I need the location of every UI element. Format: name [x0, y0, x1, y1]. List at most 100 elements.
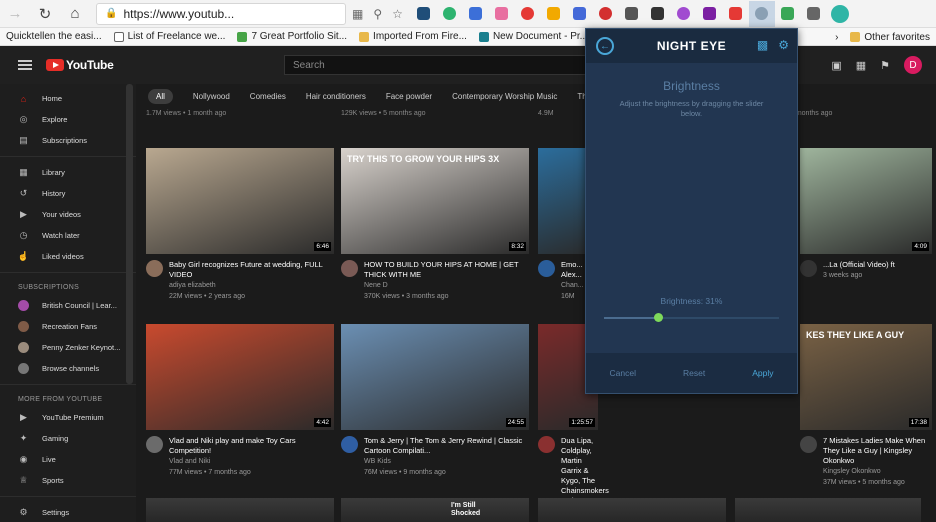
- extension-icon[interactable]: [463, 1, 489, 27]
- extension-icon[interactable]: [801, 1, 827, 27]
- sidebar-subscription[interactable]: British Council | Lear...: [0, 295, 136, 316]
- sidebar-item-explore[interactable]: ◎ Explore: [0, 109, 136, 130]
- channel-avatar[interactable]: [146, 436, 163, 453]
- channel-avatar[interactable]: [800, 436, 817, 453]
- sidebar-item-gaming[interactable]: ✦ Gaming: [0, 428, 136, 449]
- video-card[interactable]: KES THEY LIKE A GUY 17:38 7 Mistakes Ladie…: [800, 324, 932, 488]
- channel-avatar[interactable]: [341, 260, 358, 277]
- favorite-item[interactable]: List of Freelance we...: [108, 31, 232, 42]
- extension-icon[interactable]: [541, 1, 567, 27]
- create-video-icon[interactable]: ▣: [831, 59, 841, 72]
- search-input[interactable]: Search: [284, 55, 594, 75]
- sidebar-item-settings[interactable]: ⚙ Settings: [0, 502, 136, 522]
- video-title[interactable]: Vlad and Niki play and make Toy Cars Com…: [169, 436, 334, 456]
- filter-chip[interactable]: Comedies: [250, 89, 286, 104]
- extension-icon[interactable]: [748, 0, 775, 27]
- video-title[interactable]: Baby Girl recognizes Future at wedding, …: [169, 260, 334, 280]
- video-thumbnail[interactable]: [538, 498, 726, 522]
- apps-icon[interactable]: ▦: [856, 59, 866, 72]
- sidebar-item-subscriptions[interactable]: ▤ Subscriptions: [0, 130, 136, 151]
- sidebar-item-library[interactable]: ▦ Library: [0, 162, 136, 183]
- avatar[interactable]: D: [904, 56, 922, 74]
- extension-icon[interactable]: [593, 1, 619, 27]
- channel-avatar[interactable]: [538, 436, 555, 453]
- video-title[interactable]: HOW TO BUILD YOUR HIPS AT HOME | GET THI…: [364, 260, 529, 280]
- video-card[interactable]: 4:42 Vlad and Niki play and make Toy Cars…: [146, 324, 334, 478]
- back-arrow-icon[interactable]: →: [0, 0, 30, 28]
- address-bar[interactable]: 🔒 https://www.youtub...: [96, 2, 346, 25]
- gear-icon[interactable]: ⚙: [778, 38, 789, 52]
- home-icon[interactable]: ⌂: [60, 0, 90, 28]
- extension-icon[interactable]: [411, 1, 437, 27]
- extension-icon[interactable]: [437, 1, 463, 27]
- profile-avatar[interactable]: [827, 1, 853, 27]
- video-card[interactable]: 24:55 Tom & Jerry | The Tom & Jerry Rewin…: [341, 324, 529, 478]
- video-thumbnail[interactable]: 4:42: [146, 324, 334, 430]
- sidebar-scrollbar[interactable]: [126, 84, 133, 384]
- favorite-item[interactable]: Imported From Fire...: [353, 31, 473, 42]
- channel-avatar[interactable]: [146, 260, 163, 277]
- zoom-icon[interactable]: ⚲: [373, 7, 382, 21]
- extension-icon[interactable]: [489, 1, 515, 27]
- video-thumbnail[interactable]: TRY THIS TO GROW YOUR HIPS 3X 8:32: [341, 148, 529, 254]
- video-thumbnail[interactable]: [146, 498, 334, 522]
- video-thumbnail[interactable]: 24:55: [341, 324, 529, 430]
- sidebar-item-youtube-premium[interactable]: ▶ YouTube Premium: [0, 407, 136, 428]
- filter-chip[interactable]: Nollywood: [193, 89, 230, 104]
- sidebar-subscription[interactable]: Recreation Fans: [0, 316, 136, 337]
- video-card[interactable]: TRY THIS TO GROW YOUR HIPS 3X 8:32 HOW TO …: [341, 148, 529, 302]
- extension-icon[interactable]: [515, 1, 541, 27]
- channel-name[interactable]: Vlad and Niki: [169, 457, 334, 467]
- extension-icon[interactable]: [723, 1, 749, 27]
- channel-avatar[interactable]: [341, 436, 358, 453]
- youtube-logo[interactable]: YouTube: [46, 58, 114, 72]
- grid-icon[interactable]: ▦: [352, 7, 363, 21]
- channel-avatar[interactable]: [800, 260, 817, 277]
- video-thumbnail[interactable]: I'm Still Shocked: [341, 498, 529, 522]
- reset-button[interactable]: Reset: [683, 368, 705, 378]
- extension-icon[interactable]: [567, 1, 593, 27]
- sidebar-subscription[interactable]: Penny Zenker Keynot...: [0, 337, 136, 358]
- other-favorites[interactable]: Other favorites: [844, 32, 936, 43]
- bell-icon[interactable]: ⚑: [880, 59, 890, 72]
- extension-icon[interactable]: [671, 1, 697, 27]
- channel-name[interactable]: adiya elizabeth: [169, 281, 334, 291]
- video-title[interactable]: Dua Lipa, Coldplay, Martin Garrix & Kygo…: [561, 436, 609, 506]
- video-card[interactable]: 6:46 Baby Girl recognizes Future at weddi…: [146, 148, 334, 302]
- cancel-button[interactable]: Cancel: [610, 368, 636, 378]
- sidebar-subscription[interactable]: Browse channels: [0, 358, 136, 379]
- refresh-icon[interactable]: ↻: [30, 0, 60, 28]
- filter-chip[interactable]: Contemporary Worship Music: [452, 89, 557, 104]
- sidebar-item-your-videos[interactable]: ▶ Your videos: [0, 204, 136, 225]
- sidebar-item-watch-later[interactable]: ◷ Watch later: [0, 225, 136, 246]
- favorite-item[interactable]: Quicktellen the easi...: [0, 31, 108, 42]
- extension-icon[interactable]: [697, 1, 723, 27]
- sidebar-item-sports[interactable]: ♕ Sports: [0, 470, 136, 491]
- sidebar-item-live[interactable]: ◉ Live: [0, 449, 136, 470]
- extension-icon[interactable]: [775, 1, 801, 27]
- sidebar-item-liked-videos[interactable]: ☝ Liked videos: [0, 246, 136, 267]
- apply-button[interactable]: Apply: [752, 368, 773, 378]
- video-title[interactable]: 7 Mistakes Ladies Make When They Like a …: [823, 436, 932, 466]
- filter-chip[interactable]: Face powder: [386, 89, 432, 104]
- channel-avatar[interactable]: [538, 260, 555, 277]
- video-title[interactable]: Tom & Jerry | The Tom & Jerry Rewind | C…: [364, 436, 529, 456]
- video-thumbnail[interactable]: KES THEY LIKE A GUY 17:38: [800, 324, 932, 430]
- favorite-item[interactable]: 7 Great Portfolio Sit...: [231, 31, 353, 42]
- video-title[interactable]: ...La (Official Video) ft: [823, 260, 895, 270]
- favorite-star-icon[interactable]: ☆: [392, 7, 403, 21]
- chevron-right-icon[interactable]: ›: [829, 32, 844, 43]
- menu-icon[interactable]: [18, 60, 32, 70]
- filter-chip[interactable]: All: [148, 88, 173, 104]
- video-thumbnail[interactable]: 6:46: [146, 148, 334, 254]
- channel-name[interactable]: WB Kids: [364, 457, 529, 467]
- filter-chip[interactable]: Hair conditioners: [306, 89, 366, 104]
- video-card[interactable]: 4:09 ...La (Official Video) ft 3 weeks ago: [800, 148, 932, 281]
- extension-icon[interactable]: [645, 1, 671, 27]
- video-thumbnail[interactable]: 4:09: [800, 148, 932, 254]
- favorite-item[interactable]: New Document - Pr...: [473, 31, 594, 42]
- video-thumbnail[interactable]: [735, 498, 921, 522]
- sidebar-item-history[interactable]: ↺ History: [0, 183, 136, 204]
- extension-icon[interactable]: [619, 1, 645, 27]
- slider-handle[interactable]: [654, 313, 664, 322]
